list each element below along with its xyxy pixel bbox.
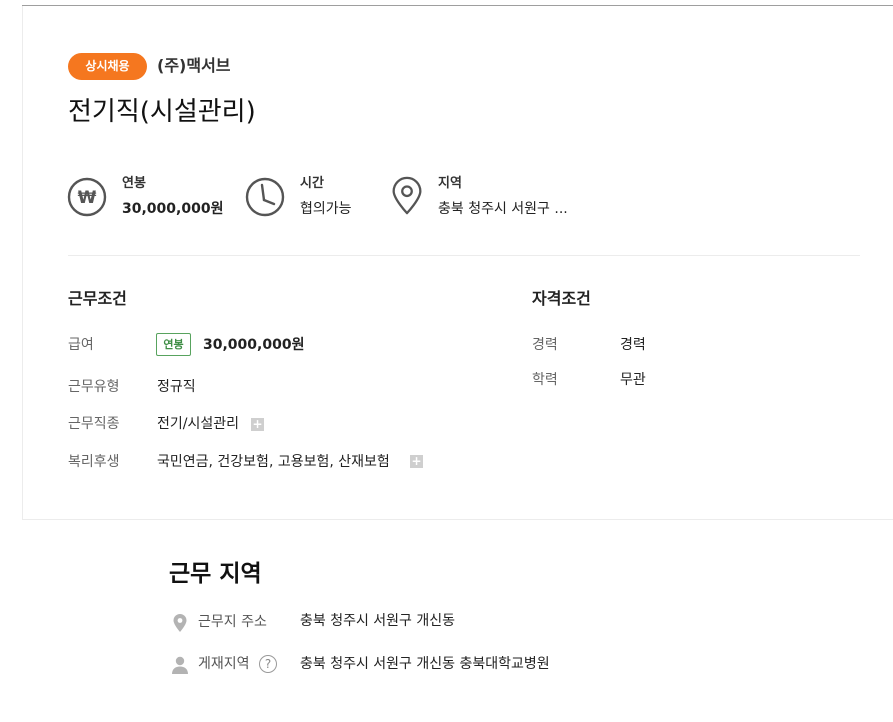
won-icon: ₩ <box>67 177 107 217</box>
education-label: 학력 <box>532 372 558 388</box>
location-pin-icon <box>392 176 422 215</box>
person-pin-icon <box>172 656 188 674</box>
summary-salary-label: 연봉 <box>122 176 146 191</box>
work-address-label: 근무지 주소 <box>198 614 267 630</box>
summary-region-label: 지역 <box>438 176 462 191</box>
summary-salary-value: 30,000,000원 <box>122 201 224 217</box>
job-category-label: 근무직종 <box>68 416 120 432</box>
summary-time-value: 협의가능 <box>300 201 352 217</box>
map-pin-icon <box>173 614 187 632</box>
benefits-label: 복리후생 <box>68 454 120 470</box>
salary-value: 30,000,000원 <box>203 337 305 353</box>
job-title: 전기직(시설관리) <box>68 97 256 127</box>
clock-icon <box>245 177 285 217</box>
salary-label: 급여 <box>68 337 94 353</box>
summary-time-label: 시간 <box>300 176 324 191</box>
job-summary-card <box>22 6 893 520</box>
posting-region-value: 충북 청주시 서원구 개신동 충북대학교병원 <box>300 656 550 672</box>
section-divider <box>68 255 860 256</box>
posting-region-label: 게재지역 <box>198 656 250 672</box>
help-icon[interactable]: ? <box>259 655 277 673</box>
salary-type-tag: 연봉 <box>156 333 191 356</box>
qualifications-title: 자격조건 <box>532 289 591 308</box>
education-value: 무관 <box>620 372 646 388</box>
company-name[interactable]: (주)맥서브 <box>157 55 231 77</box>
summary-region-value: 충북 청주시 서원구 ... <box>438 201 568 217</box>
benefits-expand-button[interactable]: + <box>410 455 423 468</box>
employment-type-value: 정규직 <box>157 379 196 395</box>
work-location-title: 근무 지역 <box>169 561 262 587</box>
job-category-expand-button[interactable]: + <box>251 418 264 431</box>
employment-type-label: 근무유형 <box>68 379 120 395</box>
work-address-value: 충북 청주시 서원구 개신동 <box>300 613 456 629</box>
career-label: 경력 <box>532 337 558 353</box>
benefits-value: 국민연금, 건강보험, 고용보험, 산재보험 <box>157 454 390 470</box>
career-value: 경력 <box>620 337 646 353</box>
job-category-value: 전기/시설관리 <box>157 416 239 432</box>
hiring-type-badge: 상시채용 <box>68 53 147 80</box>
svg-text:₩: ₩ <box>78 188 97 208</box>
conditions-title: 근무조건 <box>68 289 127 308</box>
